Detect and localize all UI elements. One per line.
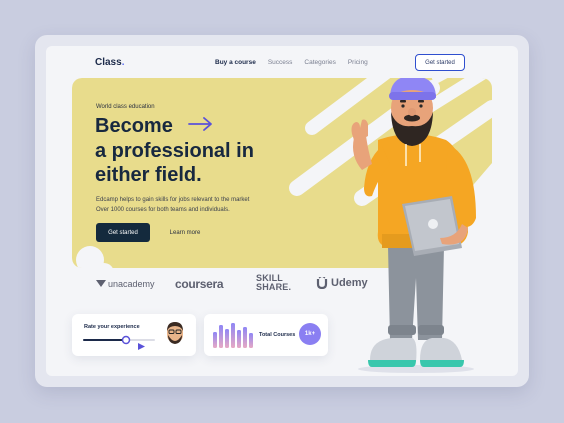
hero-description: Edcamp helps to gain skills for jobs rel… (96, 195, 296, 215)
courses-bar-icon (213, 323, 253, 348)
headline-line-2: a professional in (95, 139, 254, 162)
hero-eyebrow: World class education (96, 104, 155, 110)
total-courses-card: Total Courses 1k+ (204, 314, 328, 356)
brand-skillshare: SKILL SHARE. (256, 274, 291, 292)
rating-slider-thumb[interactable] (121, 335, 131, 345)
rating-slider[interactable] (82, 334, 158, 350)
nav-link-buy-a-course[interactable]: Buy a course (215, 59, 256, 66)
brand-unacademy-text: unacademy (108, 279, 155, 289)
brand-skillshare-line-2: SHARE. (256, 282, 292, 292)
landing-page: Class. Buy a course Success Categories P… (46, 46, 518, 376)
avatar-icon (167, 322, 183, 344)
logo-dot: . (121, 57, 125, 68)
nav-link-categories[interactable]: Categories (304, 59, 335, 66)
rate-experience-card: Rate your experience (72, 314, 196, 356)
rate-card-label: Rate your experience (84, 324, 140, 330)
total-courses-label: Total Courses (259, 332, 296, 338)
description-line-2: Over 1000 courses for both teams and ind… (96, 207, 230, 213)
arrow-right-icon (188, 117, 212, 131)
header-get-started-button[interactable]: Get started (415, 54, 465, 71)
nav-link-success[interactable]: Success (268, 59, 293, 66)
play-icon (138, 343, 145, 350)
brand-unacademy: unacademy (96, 279, 155, 289)
main-nav: Buy a course Success Categories Pricing (215, 59, 368, 66)
nav-link-pricing[interactable]: Pricing (348, 59, 368, 66)
character-illustration (351, 78, 476, 373)
hero-learn-more-button[interactable]: Learn more (158, 223, 212, 242)
unacademy-logo-icon (96, 280, 106, 287)
description-line-1: Edcamp helps to gain skills for jobs rel… (96, 197, 250, 203)
brand-coursera: coursera (175, 277, 224, 291)
hero-get-started-button[interactable]: Get started (96, 223, 150, 242)
logo[interactable]: Class. (95, 57, 124, 68)
headline-line-3: either field. (95, 164, 202, 186)
logo-text: Class (95, 57, 122, 68)
